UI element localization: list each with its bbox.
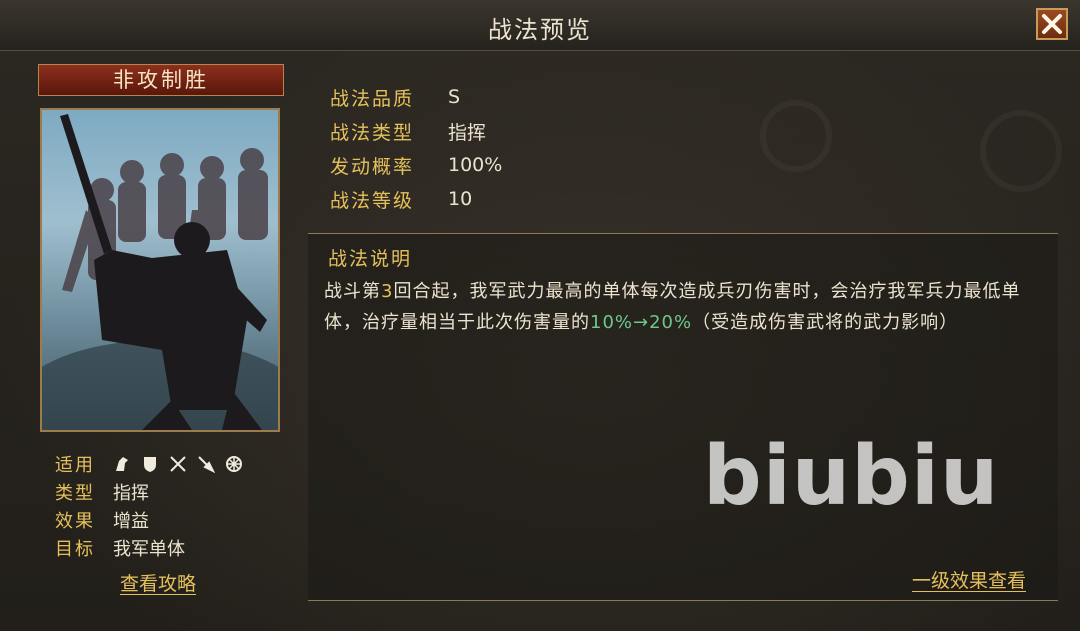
view-guide-link[interactable]: 查看攻略 (120, 569, 196, 596)
heal-percentage: 10%→20% (590, 312, 693, 333)
background-ornament (760, 100, 832, 172)
shield-icon (141, 455, 159, 473)
skill-preview-window: 战法预览 非攻制胜 适用 类型 指挥 效果 增益 目标 我军单体 查看攻略 战法… (0, 0, 1080, 631)
warrior-silhouette-image (42, 114, 278, 430)
meta-label: 适用 (55, 455, 95, 476)
cavalry-icon (113, 455, 131, 473)
stat-value: S (448, 86, 461, 108)
stat-row-type: 战法类型 指挥 (330, 114, 502, 148)
stat-row-level: 战法等级 10 (330, 182, 502, 216)
close-icon (1042, 14, 1062, 34)
stat-value: 100% (448, 154, 503, 176)
close-button[interactable] (1036, 8, 1068, 40)
meta-value: 增益 (113, 511, 149, 532)
meta-label: 类型 (55, 483, 95, 504)
description-title: 战法说明 (328, 248, 413, 270)
description-text: 战斗第3回合起，我军武力最高的单体每次造成兵刃伤害时，会治疗我军兵力最低单体，治… (324, 276, 1036, 338)
skill-name: 非攻制胜 (38, 64, 284, 96)
stat-value: 指挥 (448, 121, 487, 144)
meta-row-target: 目标 我军单体 (55, 534, 243, 562)
stat-row-trigger-rate: 发动概率 100% (330, 148, 502, 182)
skill-meta: 适用 类型 指挥 效果 增益 目标 我军单体 (55, 450, 243, 562)
stat-label: 战法等级 (330, 189, 415, 212)
description-part: 战斗第 (324, 281, 381, 302)
unit-type-icons (113, 455, 243, 473)
meta-row-type: 类型 指挥 (55, 478, 243, 506)
title-bar: 战法预览 (0, 0, 1080, 51)
skill-artwork (40, 108, 280, 432)
meta-label: 效果 (55, 511, 95, 532)
bow-icon (169, 455, 187, 473)
meta-row-effect: 效果 增益 (55, 506, 243, 534)
round-number: 3 (381, 281, 394, 302)
meta-row-applicable: 适用 (55, 450, 243, 478)
watermark: biubiu (703, 429, 1000, 524)
meta-value: 指挥 (113, 483, 149, 504)
skill-card: 非攻制胜 适用 类型 指挥 效果 增益 目标 我军单体 查看攻略 (38, 64, 284, 624)
skill-stats: 战法品质 S 战法类型 指挥 发动概率 100% 战法等级 10 (330, 80, 502, 216)
spear-icon (197, 455, 215, 473)
description-panel: 战法说明 战斗第3回合起，我军武力最高的单体每次造成兵刃伤害时，会治疗我军兵力最… (308, 233, 1058, 601)
meta-value: 我军单体 (113, 539, 185, 560)
stat-label: 发动概率 (330, 155, 415, 178)
background-ornament (980, 110, 1062, 192)
description-part: （受造成伤害武将的武力影响） (692, 312, 959, 333)
stat-label: 战法类型 (330, 121, 415, 144)
stat-value: 10 (448, 188, 473, 210)
meta-label: 目标 (55, 539, 95, 560)
wheel-icon (225, 455, 243, 473)
window-title: 战法预览 (488, 16, 592, 44)
stat-label: 战法品质 (330, 87, 415, 110)
level-one-effect-link[interactable]: 一级效果查看 (912, 566, 1026, 593)
stat-row-quality: 战法品质 S (330, 80, 502, 114)
